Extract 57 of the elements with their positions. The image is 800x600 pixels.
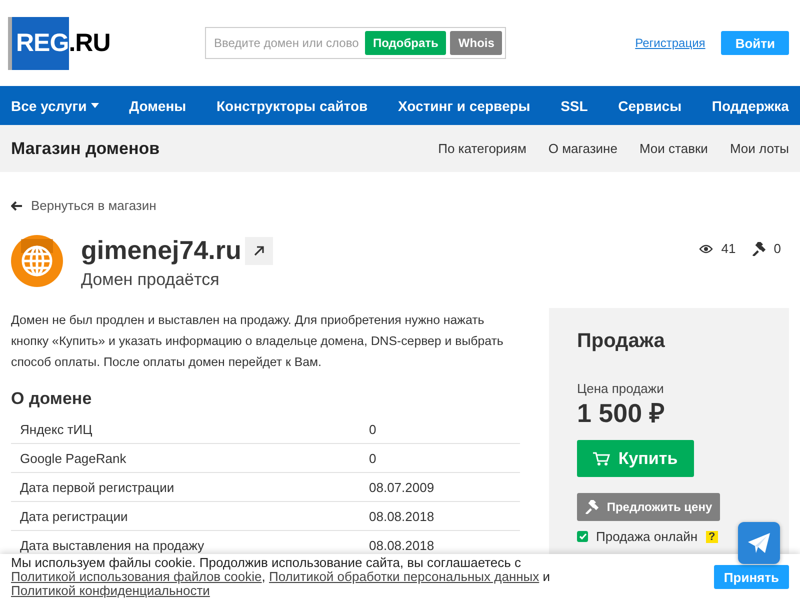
section-link[interactable]: Мои ставки [639, 141, 708, 156]
property-value: 08.07.2009 [369, 480, 434, 494]
open-domain-button[interactable] [245, 236, 274, 264]
property-value: 0 [369, 450, 376, 466]
property-value: 08.08.2018 [369, 538, 434, 552]
back-link[interactable]: Вернуться в магазин [11, 198, 789, 213]
nav-item[interactable]: Сервисы [618, 98, 682, 114]
views-count: 41 [721, 241, 736, 256]
property-label: Дата первой регистрации [19, 480, 176, 494]
property-label: Дата регистрации [19, 508, 129, 524]
online-checkbox[interactable] [577, 531, 588, 542]
property-label: Яндекс тИЦ [19, 422, 94, 436]
caret-icon [90, 103, 99, 108]
arrow-icon [253, 244, 266, 256]
domain-name: gimenej74.ru [81, 235, 242, 266]
pick-button[interactable]: Подобрать [365, 31, 446, 55]
domain-status: Домен продаётся [81, 270, 220, 290]
property-value: 08.08.2018 [369, 508, 434, 524]
globe-icon [11, 235, 63, 287]
back-arrow-icon [11, 200, 22, 210]
whois-button[interactable]: Whois [450, 31, 502, 55]
help-badge[interactable]: ? [706, 530, 718, 542]
nav-item[interactable]: Домены [129, 98, 186, 114]
nav-item[interactable]: Все услуги [11, 98, 99, 114]
nav-item[interactable]: Поддержка [712, 98, 789, 114]
section-link[interactable]: Мои лоты [730, 141, 789, 156]
nav-item[interactable]: Хостинг и серверы [398, 98, 530, 114]
gavel-icon [584, 500, 599, 514]
telegram-button[interactable] [738, 522, 780, 564]
property-label: Дата выставления на продажу [19, 538, 206, 552]
section-link[interactable]: О магазине [548, 141, 618, 156]
nav-item[interactable]: SSL [560, 98, 588, 114]
eye-icon [699, 244, 714, 254]
sale-title: Продажа [577, 330, 666, 353]
confidentiality-link[interactable]: Политикой конфиденциальности [11, 583, 210, 598]
section-link[interactable]: По категориям [438, 141, 526, 156]
buy-button[interactable]: Купить [577, 440, 694, 477]
cookie-text: Мы используем файлы cookie. Продолжив использование сайта, вы соглашаетесь с Политикой использования файлов cookie, Политикой обработки персональных данных и Политикой конфиденциальности [11, 556, 552, 598]
property-value: 0 [369, 422, 376, 436]
nav-item[interactable]: Конструкторы сайтов [216, 98, 368, 114]
paper-plane-icon [747, 532, 771, 554]
description-text: Домен не был продлен и выставлен на продажу. Для приобретения нужно нажать кнопку «Купить» и указать информацию о владельце домена, DNS-сервер и выбрать способ оплаты. После оплаты домен перейдет к Вам. [11, 312, 504, 371]
section-title: Магазин доменов [11, 138, 160, 158]
logo-text: REG.RU [8, 16, 110, 70]
gavel-icon [752, 242, 766, 256]
domain-search-field[interactable]: Введите домен или слово Подобрать Whois [205, 27, 506, 59]
property-label: Google PageRank [19, 450, 128, 466]
price-label: Цена продажи [577, 381, 665, 396]
cookie-policy-link[interactable]: Политикой использования файлов cookie [11, 569, 262, 584]
bids-count: 0 [774, 241, 781, 256]
price: 1 500 ₽ [577, 398, 666, 428]
privacy-policy-link[interactable]: Политикой обработки персональных данных [269, 569, 540, 584]
online-label: Продажа онлайн [596, 529, 698, 544]
register-link[interactable]: Регистрация [635, 36, 706, 50]
offer-price-button[interactable]: Предложить цену [577, 493, 720, 521]
about-heading: О домене [11, 389, 93, 409]
cart-icon [593, 452, 610, 466]
